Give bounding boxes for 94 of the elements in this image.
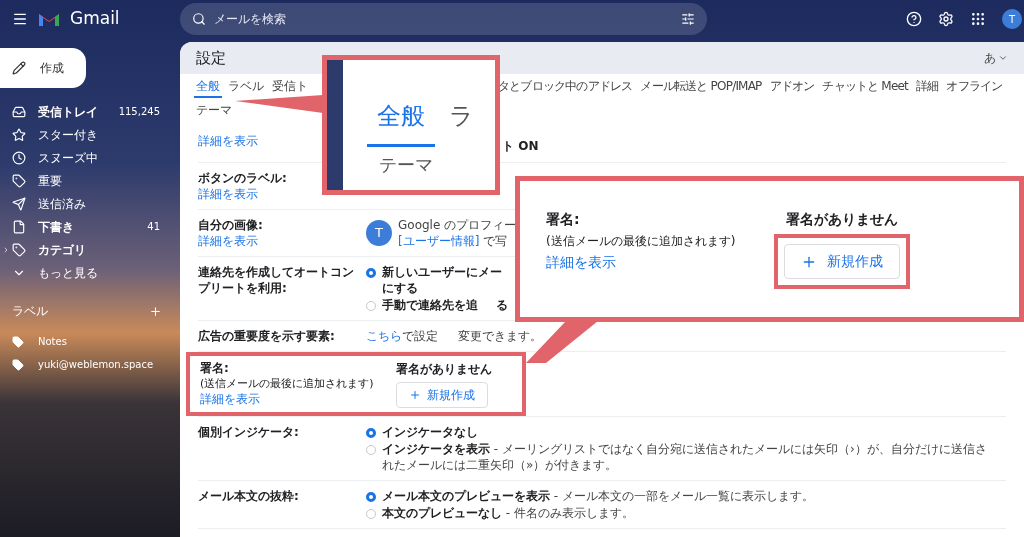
labels-heading: ラベル <box>12 303 48 320</box>
star-icon <box>12 127 26 142</box>
details-link[interactable]: 詳細を表示 <box>546 252 616 273</box>
setting-label: 署名: <box>546 210 580 229</box>
setting-label: メール本文の抜粋: <box>198 488 299 504</box>
option-text: る <box>496 297 508 313</box>
mail-logo-icon <box>38 11 60 27</box>
option-text: メール本文のプレビューを表示 - メール本文の一部をメール一覧に表示します。 <box>382 488 814 504</box>
search-icon <box>192 12 206 26</box>
search-field[interactable]: メールを検索 <box>180 3 707 35</box>
signature-status: 署名がありません <box>786 210 898 229</box>
apps-icon[interactable] <box>970 11 986 27</box>
settings-icon[interactable] <box>938 11 954 27</box>
sidebar-item[interactable]: 下書き 41 <box>0 215 180 238</box>
clock-icon <box>12 150 26 165</box>
label-icon <box>12 173 26 188</box>
radio-button[interactable] <box>366 445 376 455</box>
expand-icon[interactable] <box>2 245 10 254</box>
page-title: 設定 <box>196 47 226 69</box>
radio-button[interactable] <box>366 492 376 502</box>
user-info-link[interactable]: [ユーザー情報] <box>398 233 480 249</box>
radio-button[interactable] <box>366 509 376 519</box>
tab-text: 全般 <box>367 98 435 147</box>
radio-button[interactable] <box>366 268 376 278</box>
tab-text: テーマ <box>378 153 434 177</box>
search-input[interactable]: メールを検索 <box>214 10 673 28</box>
option-text: 新しいユーザーにメー <box>382 264 502 280</box>
sidebar-item[interactable]: もっと見る <box>0 261 180 284</box>
setting-label: ボタンのラベル: <box>198 170 287 186</box>
settings-tab[interactable]: アドオン <box>767 76 817 98</box>
signature-status: 署名がありません <box>396 361 492 378</box>
option-text: 手動で連絡先を追 <box>382 297 478 313</box>
option-text: インジケータを表示 - メーリングリストではなく自分宛に送信されたメールには矢印（›）が、自分だけに送信されたメールには二重矢印（»）が付きます。 <box>382 441 988 473</box>
help-icon[interactable] <box>906 11 922 27</box>
setting-text: 変更できます。 <box>458 328 542 344</box>
menu-icon[interactable] <box>12 11 28 27</box>
account-avatar[interactable]: T <box>1002 9 1022 29</box>
details-link[interactable]: 詳細を表示 <box>198 133 258 149</box>
option-text: 本文のプレビューなし - 件名のみ表示します。 <box>382 505 634 521</box>
radio-button[interactable] <box>366 301 376 311</box>
settings-tab[interactable]: チャットと Meet <box>820 76 910 98</box>
here-link[interactable]: こちら <box>366 328 402 344</box>
details-link[interactable]: 詳細を表示 <box>198 186 258 202</box>
settings-tab[interactable]: メール転送と POP/IMAP <box>638 76 764 98</box>
app-name: Gmail <box>70 7 120 31</box>
settings-tab[interactable]: 受信ト <box>270 76 310 98</box>
item-count: 41 <box>147 220 160 234</box>
settings-tab[interactable]: ラベル <box>226 76 266 98</box>
sidebar-item[interactable]: 送信済み <box>0 192 180 215</box>
setting-note: (送信メールの最後に追加されます) <box>200 376 374 391</box>
label-item[interactable]: yuki@weblemon.space <box>0 353 180 376</box>
setting-label: 署名: <box>200 360 229 376</box>
sidebar-item[interactable]: スター付き <box>0 123 180 146</box>
setting-label: 個別インジケータ: <box>198 424 299 440</box>
compose-button[interactable]: 作成 <box>0 48 86 88</box>
new-signature-button[interactable]: 新規作成 <box>784 244 900 279</box>
send-icon <box>12 196 26 211</box>
settings-tab[interactable]: 全般 <box>194 76 222 98</box>
radio-button[interactable] <box>366 428 376 438</box>
inbox-icon <box>12 104 26 119</box>
file-icon <box>12 219 26 234</box>
setting-text: で写 <box>482 233 508 249</box>
new-signature-button[interactable]: 新規作成 <box>396 382 488 408</box>
setting-value: ト ON <box>502 138 539 155</box>
sidebar-item[interactable]: 受信トレイ 115,245 <box>0 100 180 123</box>
details-link[interactable]: 詳細を表示 <box>200 391 260 407</box>
label-icon <box>12 335 24 348</box>
setting-label: 広告の重要度を示す要素: <box>198 328 335 344</box>
item-count: 115,245 <box>118 105 160 119</box>
sidebar-item[interactable]: スヌーズ中 <box>0 146 180 169</box>
option-text: にする <box>382 280 418 296</box>
filter-icon[interactable] <box>681 12 695 26</box>
label-icon <box>12 242 26 257</box>
sidebar-item[interactable]: 重要 <box>0 169 180 192</box>
settings-tab[interactable]: オフライン <box>944 76 1005 98</box>
caret-icon <box>998 53 1008 63</box>
add-icon[interactable] <box>149 304 162 318</box>
settings-tab[interactable]: タとブロック中のアドレス <box>496 76 635 98</box>
pencil-icon <box>12 61 26 75</box>
tab-text: ラ <box>449 101 474 132</box>
setting-text: Google のプロフィー <box>398 217 517 233</box>
label-icon <box>12 358 24 371</box>
setting-label: 連絡先を作成してオートコンプリートを利用: <box>198 264 355 296</box>
input-tools-button[interactable]: あ <box>984 49 1008 67</box>
details-link[interactable]: 詳細を表示 <box>198 233 258 249</box>
setting-label: 自分の画像: <box>198 217 263 233</box>
option-text: インジケータなし <box>382 424 478 440</box>
settings-tab[interactable]: テーマ <box>194 100 234 122</box>
avatar: T <box>366 220 392 246</box>
settings-tab[interactable]: 詳細 <box>914 76 941 98</box>
plus-icon <box>409 389 421 401</box>
setting-note: (送信メールの最後に追加されます) <box>546 233 736 250</box>
sidebar-item[interactable]: カテゴリ <box>0 238 180 261</box>
setting-text: で設定 <box>402 328 438 344</box>
